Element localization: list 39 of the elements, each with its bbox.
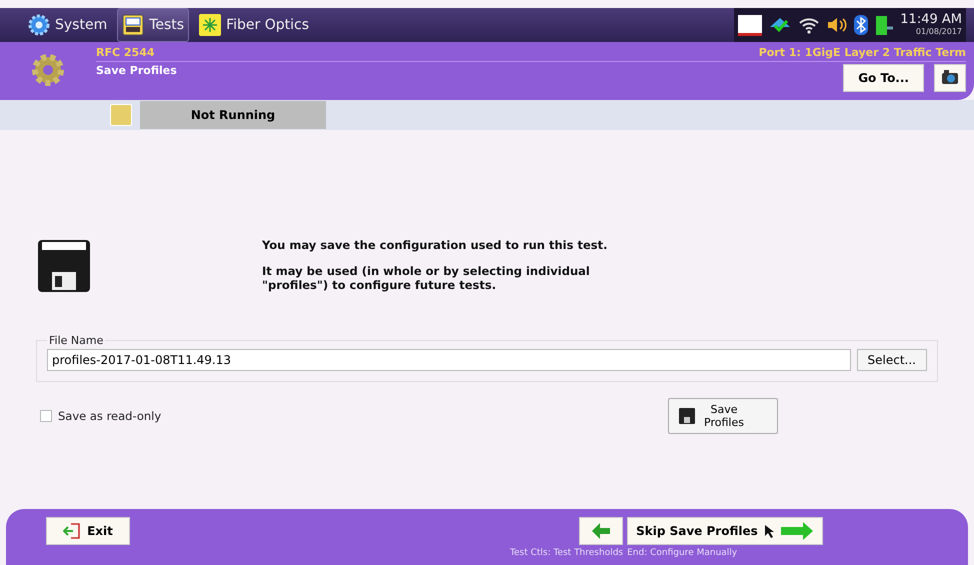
battery-icon[interactable]	[874, 14, 894, 36]
next-caption: End: Configure Manually	[627, 548, 738, 558]
app-tab[interactable]: Fiber Optics	[195, 9, 313, 41]
test-name: RFC 2544	[96, 46, 155, 59]
status-indicator	[110, 104, 132, 126]
cloud-check-icon[interactable]	[768, 15, 792, 35]
port-label: Port 1: 1GigE Layer 2 Traffic Term	[758, 46, 966, 59]
message-text: It may be used (in whole or by selecting individual "profiles") to configure future tests.	[262, 264, 591, 292]
save-profiles-button[interactable]: Save Profiles	[668, 398, 778, 434]
cursor-icon	[764, 524, 774, 538]
run-status: Not Running	[140, 101, 326, 129]
speaker-icon[interactable]	[826, 16, 848, 34]
left-arrow-icon	[591, 522, 612, 540]
back-caption: Test Ctls: Test Thresholds	[510, 548, 624, 558]
gear-icon	[30, 52, 66, 88]
app-tab[interactable]: Tests	[117, 8, 190, 42]
bluetooth-icon[interactable]	[854, 15, 868, 35]
wifi-icon[interactable]	[798, 16, 820, 34]
laser-icon	[199, 14, 222, 36]
message-text: You may save the configuration used to run this test.	[262, 238, 608, 252]
clock-date: 01/08/2017	[916, 28, 962, 37]
clock-time: 11:49 AM	[900, 13, 962, 28]
camera-button[interactable]	[934, 64, 966, 92]
file-name-label: File Name	[48, 334, 104, 347]
bert-icon	[122, 14, 144, 36]
exit-button[interactable]: Exit	[46, 517, 130, 545]
exit-door-icon	[63, 522, 82, 540]
read-only-label: Save as read-only	[58, 409, 162, 423]
camera-icon	[941, 69, 959, 85]
go-to-button[interactable]: Go To...	[843, 64, 924, 92]
right-arrow-icon	[780, 521, 814, 541]
gear-icon	[28, 14, 50, 36]
app-tab[interactable]: System	[24, 9, 112, 41]
read-only-checkbox[interactable]	[40, 410, 52, 422]
select-button[interactable]: Select...	[856, 349, 927, 371]
file-name-field[interactable]: profiles-2017-01-08T11.49.13	[47, 349, 851, 371]
page-title: Save Profiles	[96, 64, 177, 77]
skip-save-profiles-button[interactable]: Skip Save Profiles	[627, 517, 824, 545]
back-button[interactable]	[579, 517, 624, 545]
